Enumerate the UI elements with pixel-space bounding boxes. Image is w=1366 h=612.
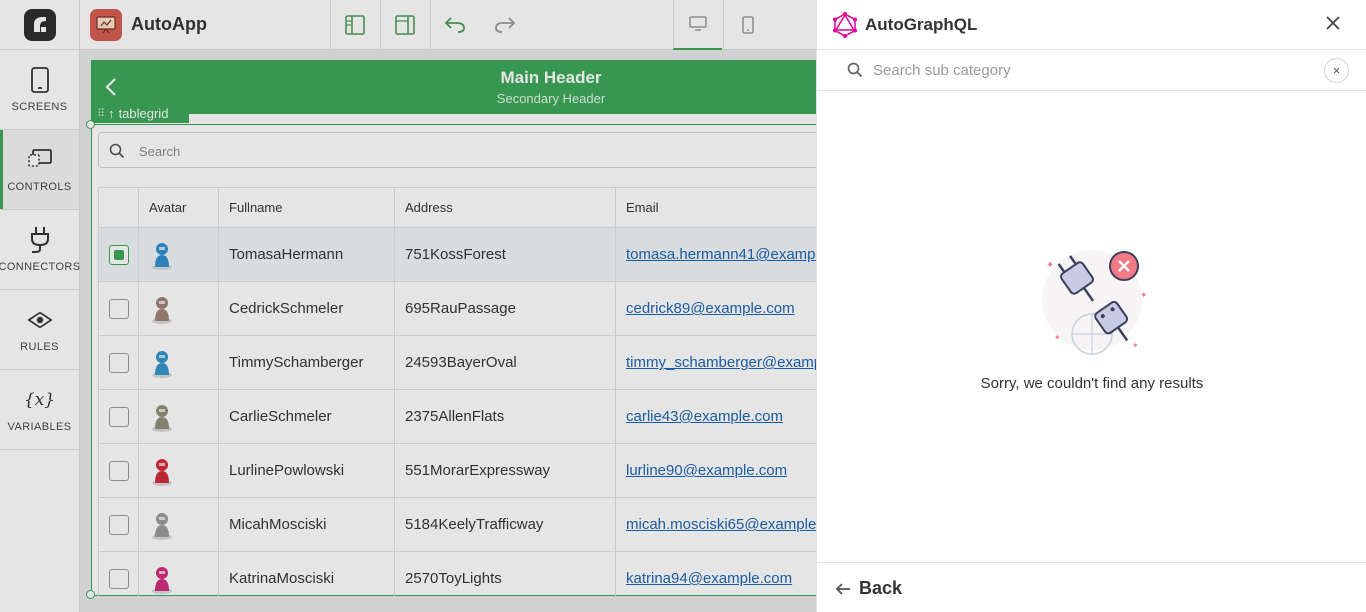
sub-category-search-input[interactable]: Search sub category × bbox=[817, 50, 1366, 91]
clear-search-button[interactable]: × bbox=[1324, 58, 1349, 83]
disconnected-plug-illustration: ✦ ✦ ✦ ✦ bbox=[1032, 238, 1152, 363]
svg-text:✦: ✦ bbox=[1054, 333, 1061, 342]
svg-text:✦: ✦ bbox=[1140, 291, 1148, 301]
panel-header: AutoGraphQL bbox=[817, 0, 1366, 50]
svg-text:✦: ✦ bbox=[1132, 341, 1139, 350]
modal-overlay[interactable] bbox=[0, 0, 816, 612]
back-label: Back bbox=[859, 578, 903, 598]
search-icon bbox=[847, 62, 863, 83]
panel-footer: Back bbox=[817, 562, 1366, 612]
empty-results-message: Sorry, we couldn't find any results bbox=[980, 375, 1204, 392]
graphql-icon bbox=[833, 12, 857, 43]
arrow-left-icon bbox=[835, 582, 850, 595]
svg-text:✦: ✦ bbox=[1046, 260, 1054, 271]
back-button[interactable]: Back bbox=[835, 578, 902, 599]
panel-title: AutoGraphQL bbox=[865, 15, 978, 34]
autographql-panel: AutoGraphQL Search sub category × ✦ ✦ ✦ … bbox=[816, 0, 1366, 612]
search-placeholder: Search sub category bbox=[873, 62, 1011, 79]
close-icon[interactable] bbox=[1325, 15, 1341, 36]
